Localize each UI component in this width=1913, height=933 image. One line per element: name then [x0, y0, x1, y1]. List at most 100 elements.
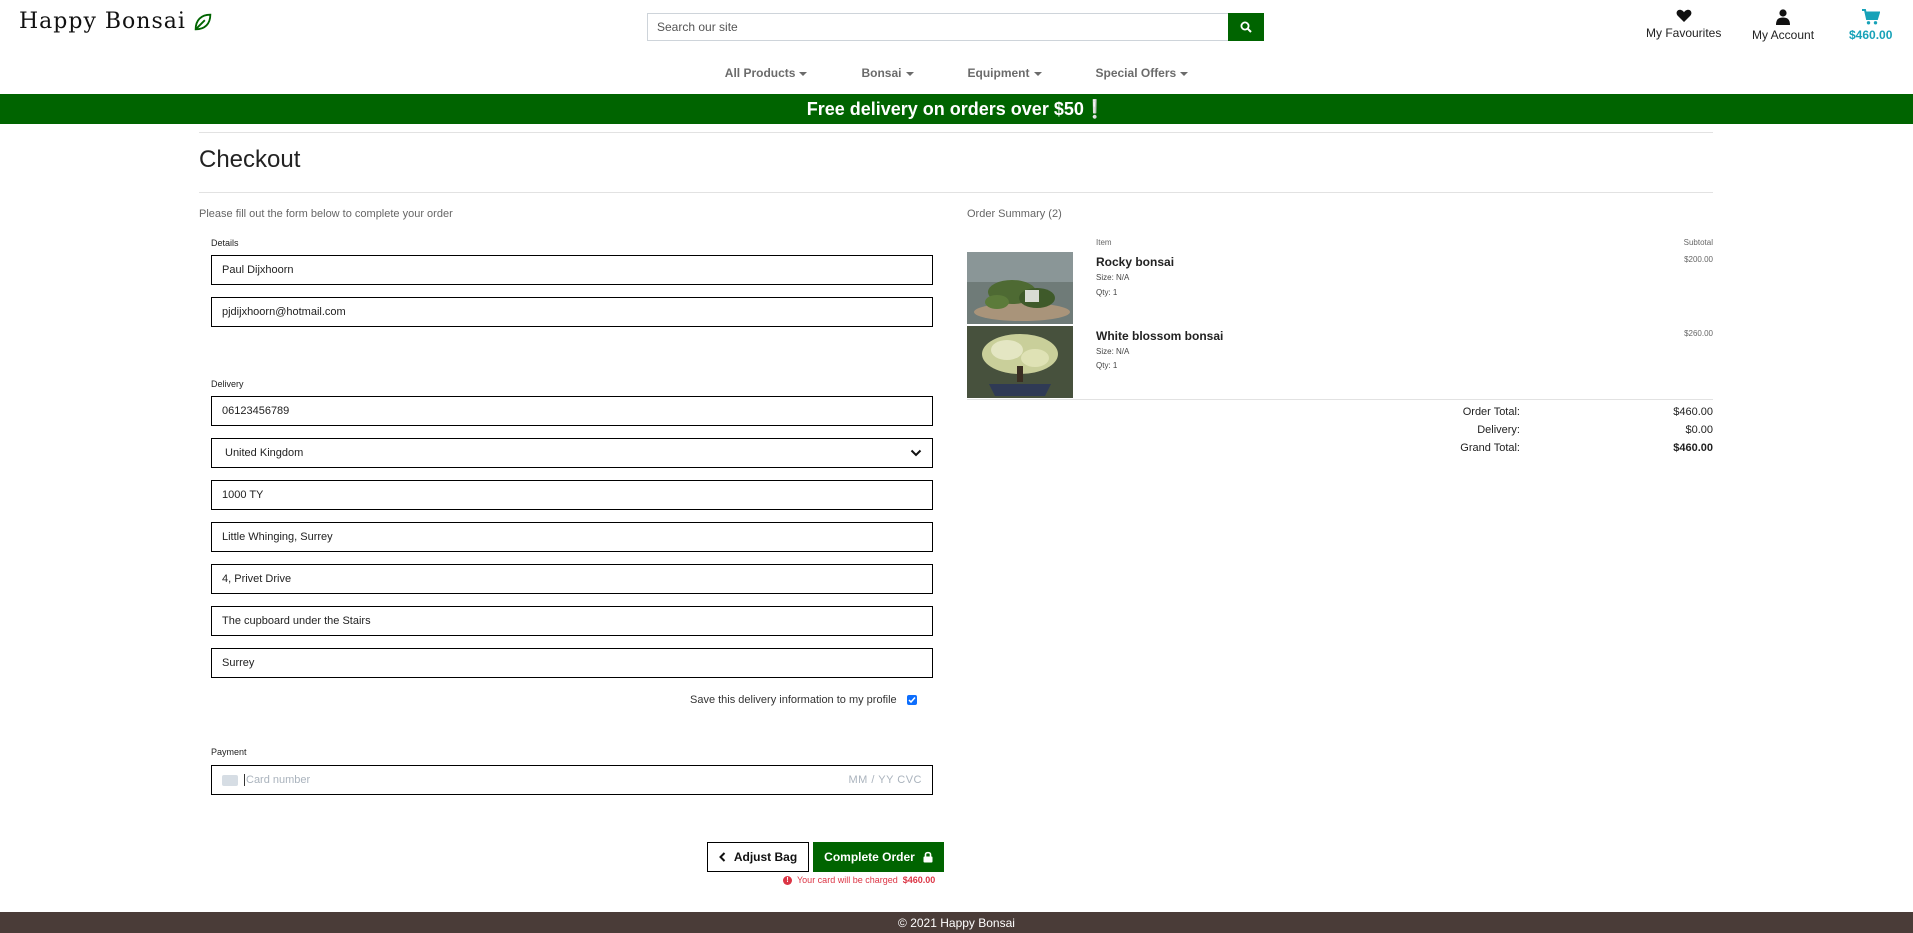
- details-label: Details: [211, 238, 239, 248]
- heart-icon: [1676, 9, 1692, 22]
- nav-label: Special Offers: [1095, 66, 1177, 80]
- nav-equipment[interactable]: Equipment: [941, 66, 1069, 80]
- rocky-bonsai-image: [967, 252, 1073, 324]
- field-value: 1000 TY: [222, 489, 264, 501]
- card-number-placeholder: Card number: [246, 774, 311, 786]
- nav-special-offers[interactable]: Special Offers: [1069, 66, 1216, 80]
- bag-total: $460.00: [1849, 28, 1893, 42]
- grand-total-row: Grand Total: $460.00: [1400, 439, 1713, 457]
- charge-amount: $460.00: [902, 875, 936, 885]
- country-select[interactable]: United Kingdom: [211, 438, 933, 468]
- card-input[interactable]: Card number MM / YY CVC: [211, 765, 933, 795]
- order-summary-title: Order Summary (2): [967, 208, 1062, 220]
- logo-text: Happy Bonsai: [19, 9, 186, 34]
- town-field[interactable]: Little Whinging, Surrey: [211, 522, 933, 552]
- save-info-row: Save this delivery information to my pro…: [690, 694, 917, 706]
- favourites-label: My Favourites: [1646, 26, 1722, 40]
- search-button[interactable]: [1228, 13, 1264, 41]
- caret-down-icon: [905, 72, 914, 76]
- account-label: My Account: [1752, 28, 1815, 42]
- account-link[interactable]: My Account: [1752, 9, 1814, 42]
- charge-notice: ! Your card will be charged $460.00: [783, 875, 935, 885]
- user-icon: [1776, 9, 1791, 25]
- site-footer: © 2021 Happy Bonsai: [0, 912, 1913, 933]
- divider: [967, 399, 1713, 400]
- white-blossom-bonsai-image: [967, 326, 1073, 398]
- item-size: Size: N/A: [1096, 347, 1130, 356]
- street-address-2-field[interactable]: The cupboard under the Stairs: [211, 606, 933, 636]
- leaf-icon: [194, 13, 212, 30]
- chevron-left-icon: [718, 852, 726, 862]
- caret-down-icon: [1180, 72, 1189, 76]
- order-total-row: Order Total: $460.00: [1400, 403, 1713, 421]
- nav-label: All Products: [724, 66, 796, 80]
- item-size: Size: N/A: [1096, 273, 1130, 282]
- chevron-down-icon: [910, 449, 922, 457]
- free-delivery-banner: Free delivery on orders over $50❕: [0, 94, 1913, 124]
- nav-all-products[interactable]: All Products: [698, 66, 835, 80]
- favourites-link[interactable]: My Favourites: [1646, 9, 1721, 40]
- lock-icon: [923, 851, 933, 863]
- phone-field[interactable]: 06123456789: [211, 396, 933, 426]
- order-total-label: Order Total:: [1462, 406, 1520, 418]
- adjust-bag-button[interactable]: Adjust Bag: [707, 842, 809, 872]
- exclamation-circle-icon: !: [783, 875, 792, 885]
- item-name: Rocky bonsai: [1096, 255, 1175, 269]
- divider: [199, 132, 1713, 133]
- complete-order-label: Complete Order: [824, 850, 915, 864]
- field-value: Surrey: [222, 657, 255, 669]
- search-bar: [647, 13, 1264, 41]
- item-price: $260.00: [1684, 329, 1713, 338]
- payment-label: Payment: [211, 747, 247, 757]
- field-value: 4, Privet Drive: [222, 573, 292, 585]
- street-address-1-field[interactable]: 4, Privet Drive: [211, 564, 933, 594]
- product-image[interactable]: [967, 326, 1073, 398]
- item-qty: Qty: 1: [1096, 361, 1118, 370]
- check-icon: [908, 697, 916, 704]
- full-name-field[interactable]: Paul Dijxhoorn: [211, 255, 933, 285]
- card-expiry-cvc-placeholder: MM / YY CVC: [848, 774, 922, 786]
- credit-card-icon: [222, 774, 238, 786]
- text-cursor: [244, 774, 245, 786]
- delivery-label: Delivery: [211, 379, 244, 389]
- search-input[interactable]: [647, 13, 1228, 41]
- postcode-field[interactable]: 1000 TY: [211, 480, 933, 510]
- save-info-label: Save this delivery information to my pro…: [690, 694, 897, 706]
- item-price: $200.00: [1684, 255, 1713, 264]
- grand-total-label: Grand Total:: [1460, 442, 1520, 454]
- delivery-row: Delivery: $0.00: [1400, 421, 1713, 439]
- shopping-cart-icon: [1861, 9, 1880, 25]
- bag-link[interactable]: $460.00: [1849, 9, 1892, 42]
- search-icon: [1240, 21, 1252, 33]
- adjust-bag-label: Adjust Bag: [733, 850, 798, 864]
- page-title: Checkout: [199, 146, 301, 173]
- caret-down-icon: [799, 72, 808, 76]
- nav-bonsai[interactable]: Bonsai: [834, 66, 940, 80]
- field-value: 06123456789: [222, 405, 290, 417]
- main-nav: All Products Bonsai Equipment Special Of…: [0, 66, 1913, 80]
- item-column-header: Item: [1096, 238, 1112, 247]
- subtotal-column-header: Subtotal: [1683, 238, 1713, 247]
- field-value: Little Whinging, Surrey: [222, 531, 333, 543]
- item-qty: Qty: 1: [1096, 288, 1118, 297]
- divider: [199, 192, 1713, 193]
- caret-down-icon: [1033, 72, 1042, 76]
- product-image[interactable]: [967, 252, 1073, 324]
- county-field[interactable]: Surrey: [211, 648, 933, 678]
- nav-label: Bonsai: [861, 66, 902, 80]
- nav-label: Equipment: [967, 66, 1030, 80]
- site-logo[interactable]: Happy Bonsai: [19, 9, 214, 34]
- complete-order-button[interactable]: Complete Order: [813, 842, 944, 872]
- email-field[interactable]: pjdijxhoorn@hotmail.com: [211, 297, 933, 327]
- save-info-checkbox[interactable]: [906, 695, 917, 705]
- order-total-value: $460.00: [1673, 406, 1713, 418]
- field-value: Paul Dijxhoorn: [222, 264, 294, 276]
- order-totals: Order Total: $460.00 Delivery: $0.00 Gra…: [1400, 403, 1713, 457]
- item-name: White blossom bonsai: [1096, 329, 1224, 343]
- form-instructions: Please fill out the form below to comple…: [199, 208, 453, 220]
- selected-value: United Kingdom: [225, 447, 304, 459]
- charge-text: Your card will be charged: [797, 875, 898, 885]
- grand-total-value: $460.00: [1673, 442, 1713, 454]
- field-value: pjdijxhoorn@hotmail.com: [222, 306, 346, 318]
- delivery-cost-value: $0.00: [1685, 424, 1713, 436]
